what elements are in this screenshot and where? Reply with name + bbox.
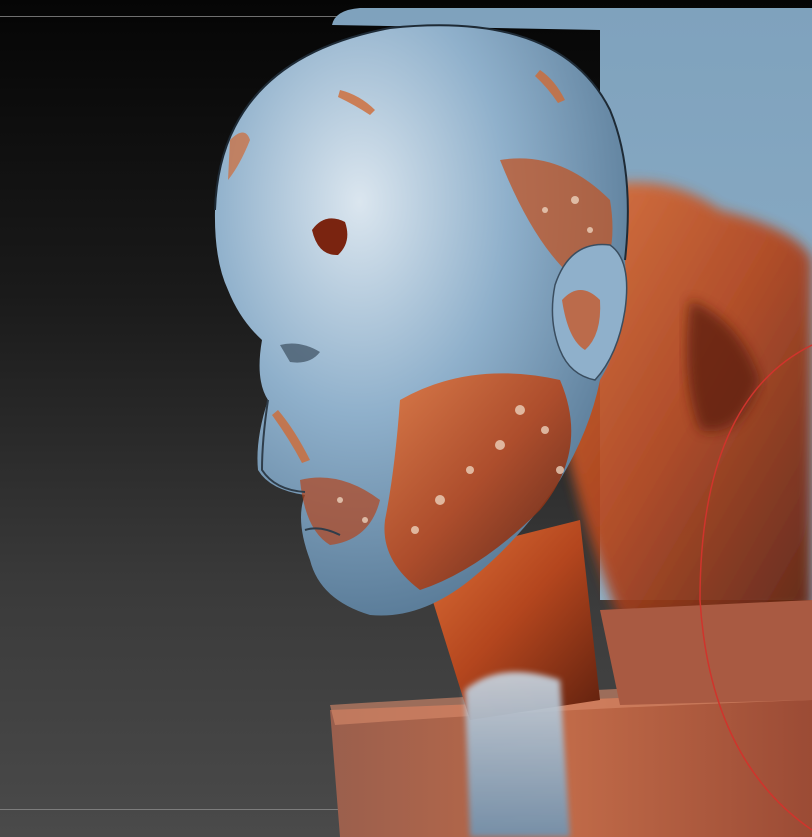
rusted-head-model[interactable] — [0, 0, 812, 837]
neck-streak — [465, 672, 570, 837]
sculpt-viewport[interactable] — [0, 0, 812, 837]
